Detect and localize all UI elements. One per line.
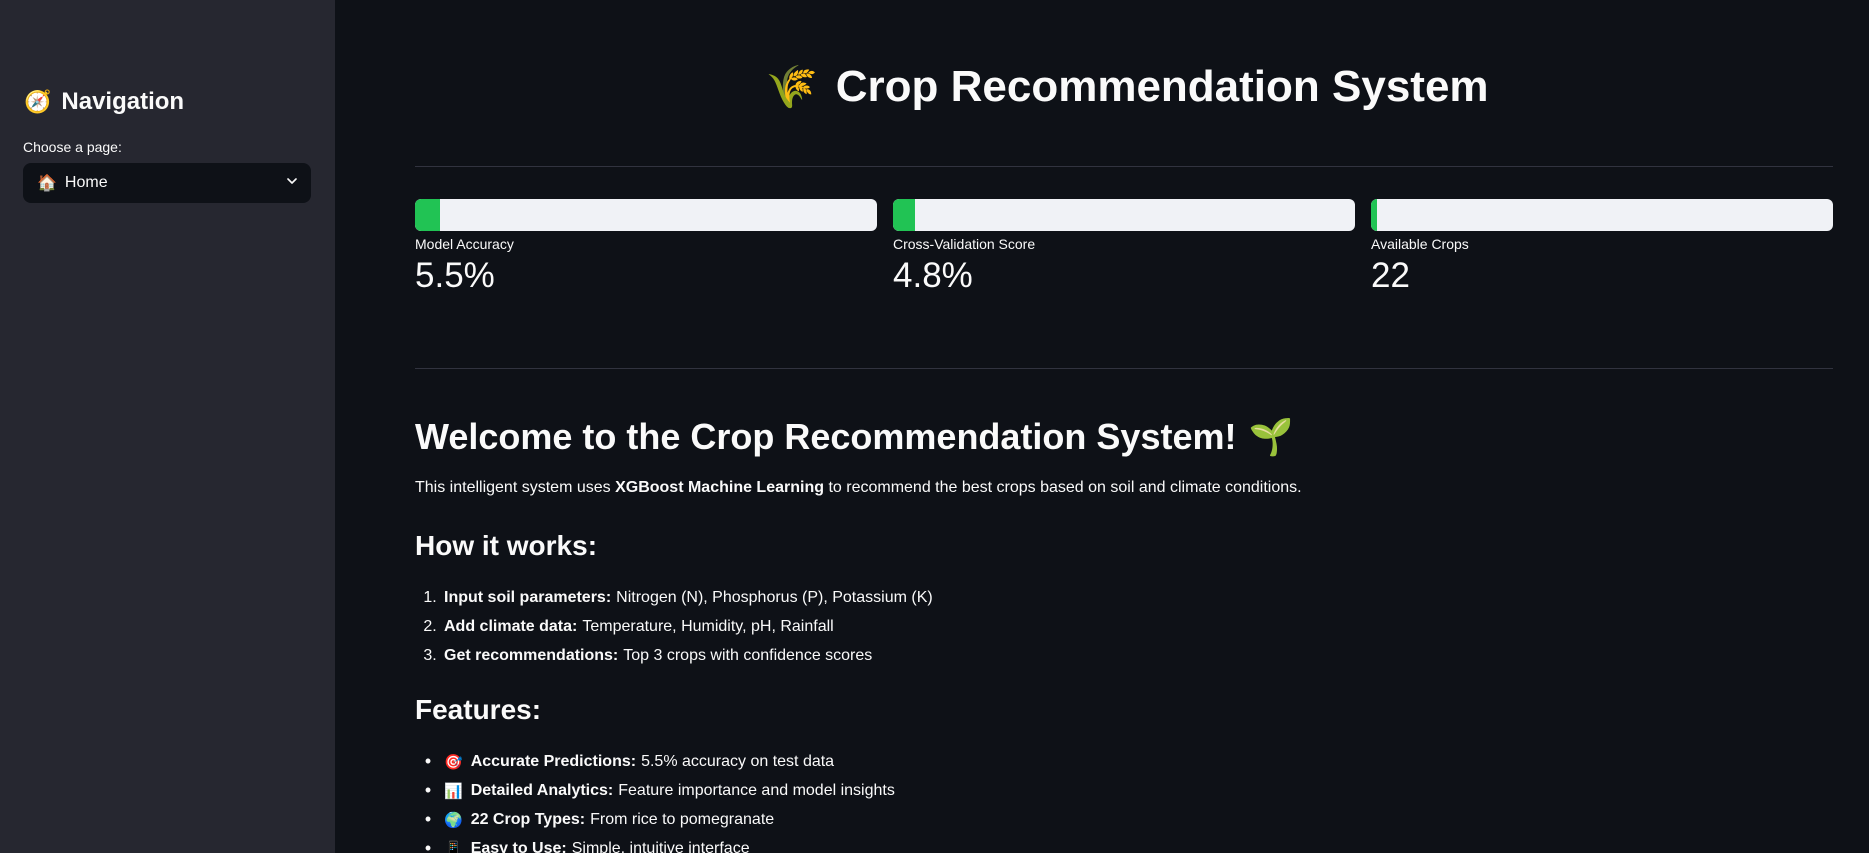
progress-bar — [1371, 199, 1833, 231]
metric-label: Available Crops — [1371, 236, 1469, 252]
list-number: 1. — [423, 588, 437, 606]
page-title-text: Crop Recommendation System — [835, 62, 1489, 111]
progress-fill — [415, 199, 441, 231]
progress-fill — [893, 199, 916, 231]
list-number: 2. — [423, 617, 437, 635]
intro-text: This intelligent system uses XGBoost Mac… — [415, 479, 1302, 497]
divider — [415, 368, 1833, 369]
list-number: 3. — [423, 646, 437, 664]
target-icon: 🎯 — [444, 753, 463, 771]
how-it-works-list: 1. Input soil parameters: Nitrogen (N), … — [415, 583, 933, 670]
feature-text: 5.5% accuracy on test data — [641, 752, 835, 770]
how-it-works-heading: How it works: — [415, 530, 598, 561]
feature-title: Detailed Analytics: — [470, 781, 614, 799]
bullet-icon: • — [424, 751, 432, 771]
metric-label: Model Accuracy — [415, 236, 514, 252]
metric-value: 5.5% — [415, 256, 495, 295]
sidebar-title: 🧭 Navigation — [24, 88, 184, 116]
mobile-phone-icon: 📱 — [444, 840, 463, 853]
metric-model-accuracy: Model Accuracy 5.5% — [415, 199, 877, 296]
list-item: • 📊 Detailed Analytics: Feature importan… — [415, 776, 895, 805]
feature-text: Simple, intuitive interface — [571, 839, 750, 853]
globe-icon: 🌍 — [444, 811, 463, 829]
bullet-icon: • — [424, 838, 432, 853]
sidebar: 🧭 Navigation Choose a page: 🏠 Home — [0, 0, 335, 853]
divider — [415, 166, 1833, 167]
progress-bar — [893, 199, 1355, 231]
metric-value: 4.8% — [893, 256, 973, 295]
seedling-icon: 🌱 — [1248, 416, 1294, 457]
features-list: • 🎯 Accurate Predictions: 5.5% accuracy … — [415, 747, 895, 853]
list-item: • 🎯 Accurate Predictions: 5.5% accuracy … — [415, 747, 895, 776]
metric-cross-validation: Cross-Validation Score 4.8% — [893, 199, 1355, 296]
step-text: Nitrogen (N), Phosphorus (P), Potassium … — [616, 588, 933, 606]
metric-value: 22 — [1371, 256, 1410, 295]
list-item: • 📱 Easy to Use: Simple, intuitive inter… — [415, 834, 895, 853]
compass-icon: 🧭 — [24, 89, 52, 114]
page-select-label: Choose a page: — [23, 139, 122, 155]
features-heading: Features: — [415, 694, 542, 725]
feature-title: Easy to Use: — [470, 839, 567, 853]
feature-title: Accurate Predictions: — [470, 752, 637, 770]
wheat-icon: 🌾 — [765, 62, 818, 110]
intro-pre: This intelligent system uses — [415, 479, 616, 496]
step-text: Temperature, Humidity, pH, Rainfall — [582, 617, 834, 635]
list-item: 2. Add climate data: Temperature, Humidi… — [415, 612, 933, 641]
list-item: • 🌍 22 Crop Types: From rice to pomegran… — [415, 805, 895, 834]
feature-text: From rice to pomegranate — [590, 810, 775, 828]
bar-chart-icon: 📊 — [444, 782, 463, 800]
sidebar-title-text: Navigation — [61, 88, 185, 115]
progress-bar — [415, 199, 877, 231]
step-title: Get recommendations: — [444, 646, 619, 664]
list-item: 3. Get recommendations: Top 3 crops with… — [415, 641, 933, 670]
intro-post: to recommend the best crops based on soi… — [824, 479, 1302, 496]
page-select[interactable]: 🏠 Home — [23, 163, 311, 203]
chevron-down-icon — [287, 178, 297, 184]
bullet-icon: • — [424, 809, 432, 829]
metric-label: Cross-Validation Score — [893, 236, 1036, 252]
home-icon: 🏠 — [37, 175, 57, 192]
page-select-value: Home — [64, 174, 108, 191]
step-title: Add climate data: — [444, 617, 578, 635]
list-item: 1. Input soil parameters: Nitrogen (N), … — [415, 583, 933, 612]
feature-title: 22 Crop Types: — [470, 810, 586, 828]
main-content: 🌾 Crop Recommendation System Model Accur… — [335, 0, 1869, 853]
feature-text: Feature importance and model insights — [618, 781, 895, 799]
intro-bold: XGBoost Machine Learning — [615, 479, 824, 496]
step-title: Input soil parameters: — [444, 588, 612, 606]
page-title: 🌾 Crop Recommendation System — [335, 62, 1869, 112]
metric-available-crops: Available Crops 22 — [1371, 199, 1833, 296]
bullet-icon: • — [424, 780, 432, 800]
welcome-heading-text: Welcome to the Crop Recommendation Syste… — [415, 416, 1237, 457]
step-text: Top 3 crops with confidence scores — [623, 646, 873, 664]
welcome-heading: Welcome to the Crop Recommendation Syste… — [415, 416, 1293, 458]
progress-fill — [1371, 199, 1377, 231]
